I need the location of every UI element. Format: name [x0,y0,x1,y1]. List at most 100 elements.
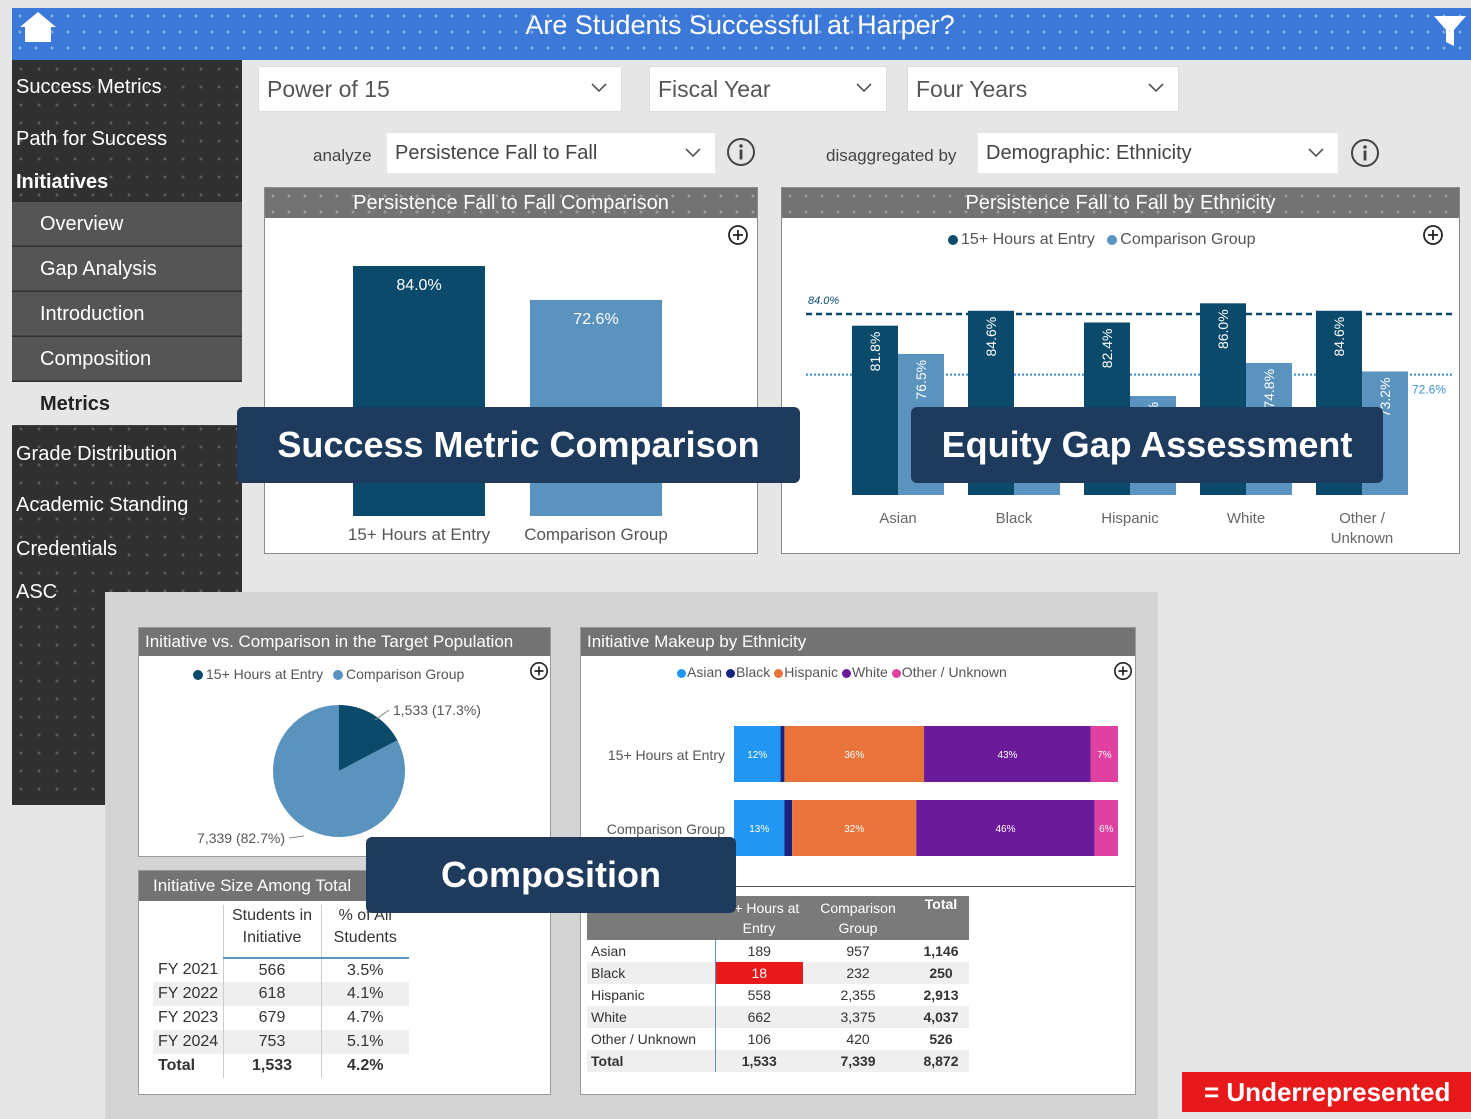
table-cell: 2,913 [923,987,959,1003]
reference-label: 72.6% [1412,383,1446,397]
bar-value-label: 81.8% [867,332,883,372]
table-cell: 106 [747,1031,771,1047]
table-header: Students in Initiative [223,905,322,959]
range-dropdown[interactable]: Four Years [907,66,1179,112]
table-cell: 566 [223,958,322,982]
nav-gap-analysis[interactable]: Gap Analysis [12,247,242,291]
legend-dot [948,235,958,245]
table-row: FY 2024 753 5.1% [153,1030,409,1054]
info-icon[interactable] [726,137,756,167]
makeup-legend: Asian Black Hispanic White Other / Unknown [677,664,1011,680]
category-label: Comparison Group [607,821,725,837]
legend-label: Asian [687,664,723,680]
bar-value-label: 74.8% [1261,369,1277,409]
table-cell: Asian [587,940,716,962]
segment-label: 43% [997,750,1017,761]
segment-label: 12% [747,750,767,761]
segment-label: 6% [1099,824,1114,835]
category-label: Unknown [1331,530,1394,547]
slice-label: 1,533 (17.3%) [393,702,481,718]
table-cell: White [587,1006,716,1028]
size-table: Students in Initiative % of All Students… [153,905,409,1078]
table-cell: 558 [747,987,771,1003]
legend-label: Other / Unknown [901,664,1007,680]
success-metric-callout: Success Metric Comparison [237,407,800,483]
chevron-down-icon [1308,148,1324,158]
disaggregate-dropdown[interactable]: Demographic: Ethnicity [978,133,1338,173]
expand-icon[interactable] [529,661,549,681]
bar-value-label: 82.4% [1099,328,1115,368]
bar-value-label: 76.5% [913,360,929,400]
table-row: Total 1,533 4.2% [153,1054,409,1078]
nav-academic-standing[interactable]: Academic Standing [16,494,188,517]
nav-initiatives[interactable]: Initiatives [16,171,108,194]
table-cell: 4.7% [347,1009,384,1026]
analyze-label: analyze [313,146,372,165]
table-row: White 662 3,375 4,037 [587,1006,969,1028]
table-cell: 8,872 [923,1053,959,1069]
pie-legend: 15+ Hours at Entry Comparison Group [193,666,464,682]
table-row: Asian 189 957 1,146 [587,940,969,962]
table-cell: 4,037 [923,1009,959,1025]
year-type-dropdown[interactable]: Fiscal Year [649,66,887,112]
nav-success-metrics[interactable]: Success Metrics [16,76,162,99]
stacked-segment[interactable] [780,726,785,782]
category-label: Other / [1339,510,1386,527]
disaggregate-dropdown-value: Demographic: Ethnicity [986,142,1192,164]
legend-dot [891,669,901,678]
nav-grade-distribution[interactable]: Grade Distribution [16,443,177,466]
legend-dot [677,669,686,678]
category-label: 15+ Hours at Entry [608,747,725,763]
table-cell: 420 [846,1031,870,1047]
composition-callout: Composition [366,837,736,913]
table-cell: 4.1% [347,985,384,1002]
home-icon[interactable] [18,10,58,44]
table-cell: 662 [747,1009,771,1025]
legend-initiative: 15+ Hours at Entry [206,666,324,682]
bar-value-label: 84.6% [983,317,999,357]
initiative-dropdown[interactable]: Power of 15 [258,66,622,112]
nav-introduction[interactable]: Introduction [12,292,242,336]
segment-label: 32% [844,824,864,835]
expand-icon[interactable] [1113,661,1133,681]
legend-label: Black [736,664,771,680]
category-label: Asian [879,510,917,527]
segment-label: 13% [749,824,769,835]
table-cell: 3.5% [347,961,384,979]
legend-initiative: 15+ Hours at Entry [961,231,1095,248]
chevron-down-icon [1148,83,1164,93]
pie-chart: 1,533 (17.3%) 7,339 (82.7%) [197,702,481,846]
nav-asc[interactable]: ASC [16,581,57,604]
table-cell: Hispanic [587,984,716,1006]
expand-icon[interactable] [1422,224,1444,246]
table-cell: 753 [223,1030,322,1054]
nav-path-for-success[interactable]: Path for Success [16,128,167,151]
table-cell: Other / Unknown [587,1028,716,1050]
nav-credentials[interactable]: Credentials [16,538,117,561]
table-cell: 250 [929,965,953,981]
category-label: Black [996,510,1033,527]
legend-dot [774,669,784,678]
ethnicity-bar-chart: 84.0%72.6%81.8%76.5%Asian84.6%63.0%Black… [806,295,1454,547]
info-icon[interactable] [1350,138,1380,168]
filter-icon[interactable] [1432,12,1468,48]
legend-label: White [851,664,888,680]
analyze-dropdown[interactable]: Persistence Fall to Fall [387,133,715,173]
table-row: Other / Unknown 106 420 526 [587,1028,969,1050]
ethnicity-legend: 15+ Hours at Entry Comparison Group [948,231,1255,249]
initiative-dropdown-value: Power of 15 [267,76,390,102]
table-row: FY 2021 566 3.5% [153,958,409,982]
table-header: Comparison Group [820,900,896,936]
nav-composition[interactable]: Composition [12,337,242,381]
segment-label: 46% [996,824,1016,835]
table-cell: FY 2024 [153,1030,224,1054]
legend-dot [193,670,203,680]
page-title: Are Students Successful at Harper? [525,10,955,40]
table-row: FY 2022 618 4.1% [153,982,409,1006]
makeup-panel-title: Initiative Makeup by Ethnicity [581,628,1135,656]
legend-comparison: Comparison Group [346,666,465,682]
nav-metrics[interactable]: Metrics [12,382,242,426]
table-cell: 1,533 [741,1053,777,1069]
nav-overview[interactable]: Overview [12,202,242,246]
stacked-segment[interactable] [784,800,793,856]
